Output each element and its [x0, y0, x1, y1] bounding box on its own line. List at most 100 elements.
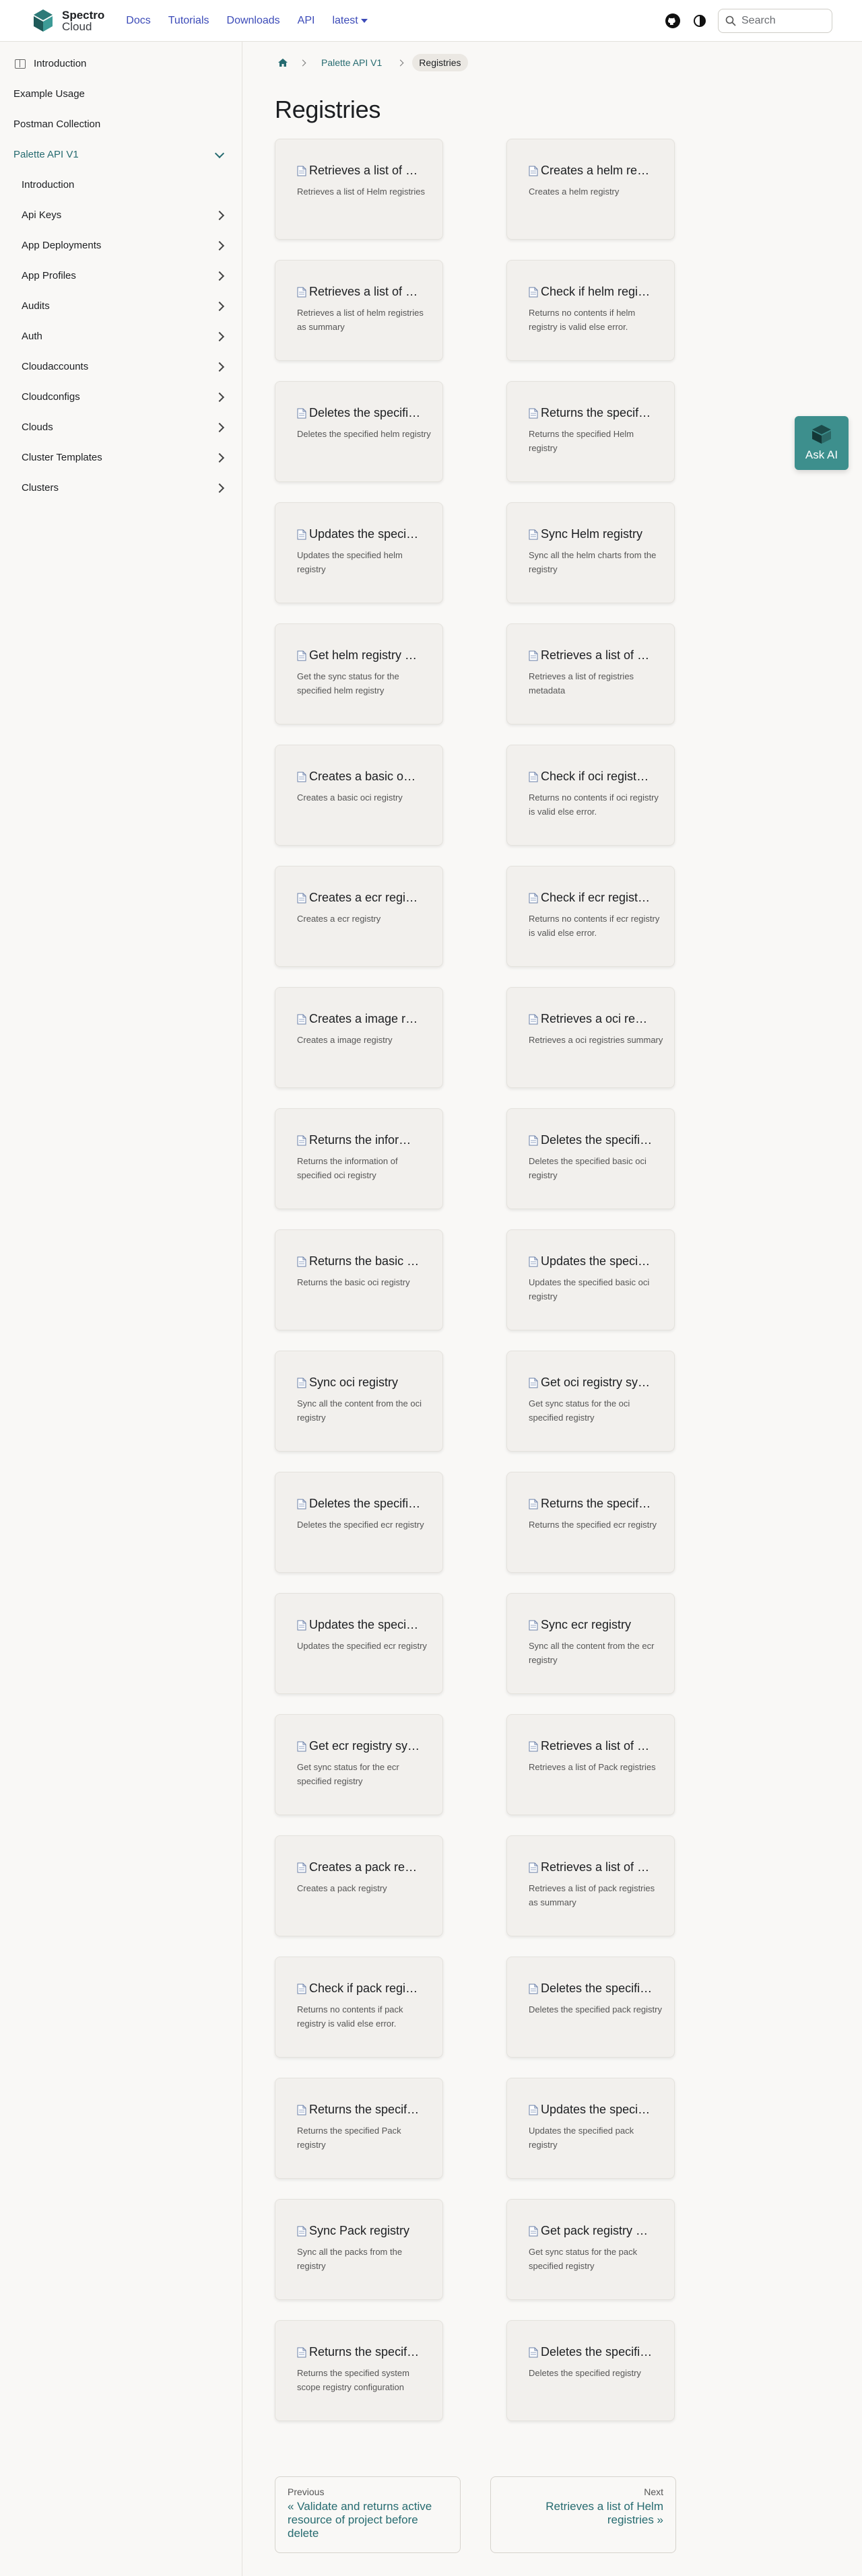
chevron-right-icon[interactable]: [214, 422, 225, 432]
sidebar-item-palette-api-v1[interactable]: Palette API V1: [0, 139, 242, 170]
card-title: Get ecr registry sync status: [297, 1739, 421, 1753]
card-description: Retrieves a list of Pack registries: [529, 1762, 656, 1772]
endpoint-card[interactable]: Check if pack registry is valid Returns n…: [275, 1957, 443, 2058]
chevron-right-icon[interactable]: [214, 392, 225, 402]
chevron-right-icon[interactable]: [214, 301, 225, 311]
endpoint-card[interactable]: Sync Helm registry Sync all the helm char…: [506, 502, 675, 603]
pager-next-link[interactable]: Retrieves a list of Helm registries »: [503, 2500, 663, 2527]
brand-logo-link[interactable]: Spectro Cloud: [30, 7, 104, 34]
endpoint-card[interactable]: Check if oci registry is valid Returns no…: [506, 745, 675, 846]
sidebar-item-example-usage[interactable]: Example Usage: [0, 79, 242, 109]
home-icon[interactable]: [275, 55, 291, 71]
endpoint-card[interactable]: Retrieves a oci registries summary Retrie…: [506, 987, 675, 1088]
endpoint-card[interactable]: Returns the specified Pack registry Retur…: [275, 2078, 443, 2179]
pager-next[interactable]: Next Retrieves a list of Helm registries…: [490, 2476, 676, 2553]
pager-previous[interactable]: Previous « Validate and returns active r…: [275, 2476, 461, 2553]
endpoint-card[interactable]: Updates the specified ecr registry Update…: [275, 1593, 443, 1694]
endpoint-card[interactable]: Returns the basic oci registry Returns th…: [275, 1229, 443, 1330]
sidebar-item-app-profiles[interactable]: App Profiles: [0, 261, 242, 291]
sidebar-item-cloudconfigs[interactable]: Cloudconfigs: [0, 382, 242, 412]
endpoint-card[interactable]: Creates a basic oci registry Creates a ba…: [275, 745, 443, 846]
endpoint-card[interactable]: Retrieves a list of helm registries as s…: [275, 260, 443, 361]
endpoint-card[interactable]: Returns the specified Helm registry Retur…: [506, 381, 675, 482]
sidebar-item-cluster-templates[interactable]: Cluster Templates: [0, 442, 242, 473]
breadcrumb-palette-api-v1[interactable]: Palette API V1: [314, 54, 389, 71]
chevron-down-icon[interactable]: [214, 148, 225, 158]
chevron-right-icon[interactable]: [214, 271, 225, 281]
endpoint-card[interactable]: Check if ecr registry is valid Returns no…: [506, 866, 675, 967]
theme-toggle-icon[interactable]: [691, 12, 708, 30]
chevron-right-icon[interactable]: [214, 331, 225, 341]
card-title: Get oci registry sync status: [529, 1376, 653, 1390]
endpoint-card[interactable]: Sync Pack registry Sync all the packs fro…: [275, 2199, 443, 2300]
card-title-text: Check if helm registry is valid: [541, 285, 653, 298]
nav-link-downloads[interactable]: Downloads: [227, 15, 280, 27]
endpoint-card[interactable]: Returns the specified ecr registry Return…: [506, 1472, 675, 1573]
endpoint-card[interactable]: Creates a helm registry Creates a helm re…: [506, 139, 675, 240]
chevron-right-icon[interactable]: [214, 240, 225, 250]
endpoint-card[interactable]: Retrieves a list of pack registries as s…: [506, 1835, 675, 1936]
chevron-right-icon[interactable]: [214, 452, 225, 463]
chevron-right-icon[interactable]: [214, 483, 225, 493]
endpoint-card[interactable]: Sync oci registry Sync all the content fr…: [275, 1351, 443, 1452]
endpoint-card[interactable]: Retrieves a list of Pack registries Retri…: [506, 1714, 675, 1815]
endpoint-card[interactable]: Check if helm registry is valid Returns n…: [506, 260, 675, 361]
endpoint-card[interactable]: Returns the information of specified oci…: [275, 1108, 443, 1209]
endpoint-card[interactable]: Creates a image registry Creates a image …: [275, 987, 443, 1088]
document-icon: [529, 1741, 538, 1752]
document-icon: [297, 1741, 306, 1752]
search-box[interactable]: [718, 8, 832, 33]
search-icon: [725, 15, 736, 26]
endpoint-card[interactable]: Creates a ecr registry Creates a ecr regi…: [275, 866, 443, 967]
card-description: Creates a basic oci registry: [297, 792, 403, 803]
sidebar-item-postman-collection[interactable]: Postman Collection: [0, 109, 242, 139]
endpoint-card[interactable]: Updates the specified basic oci registry…: [506, 1229, 675, 1330]
endpoint-card[interactable]: Creates a pack registry Creates a pack re…: [275, 1835, 443, 1936]
sidebar-menu: Introduction Example Usage Postman Colle…: [0, 48, 242, 493]
endpoint-card[interactable]: Deletes the specified registry Deletes th…: [506, 2320, 675, 2421]
nav-link-docs[interactable]: Docs: [126, 15, 150, 27]
sidebar-item-cloudaccounts[interactable]: Cloudaccounts: [0, 351, 242, 382]
nav-link-tutorials[interactable]: Tutorials: [168, 15, 209, 27]
sidebar-item-clouds[interactable]: Clouds: [0, 412, 242, 442]
card-title-text: Creates a helm registry: [541, 164, 653, 177]
chevron-right-icon[interactable]: [214, 362, 225, 372]
endpoint-card[interactable]: Get oci registry sync status Get sync sta…: [506, 1351, 675, 1452]
sidebar-item-auth[interactable]: Auth: [0, 321, 242, 351]
nav-link-api[interactable]: API: [298, 15, 315, 27]
chevron-right-icon[interactable]: [214, 210, 225, 220]
card-title: Returns the information of specified oci…: [297, 1133, 421, 1147]
endpoint-card[interactable]: Updates the specified helm registry Updat…: [275, 502, 443, 603]
ask-ai-button[interactable]: Ask AI: [795, 416, 849, 470]
endpoint-card[interactable]: Returns the specified system scope regis…: [275, 2320, 443, 2421]
pager-previous-link[interactable]: « Validate and returns active resource o…: [288, 2500, 448, 2540]
endpoint-card[interactable]: Deletes the specified basic oci registry…: [506, 1108, 675, 1209]
endpoint-card[interactable]: Retrieves a list of registries metadata R…: [506, 623, 675, 724]
endpoint-card[interactable]: Deletes the specified ecr registry Delete…: [275, 1472, 443, 1573]
endpoint-card[interactable]: Sync ecr registry Sync all the content fr…: [506, 1593, 675, 1694]
github-icon[interactable]: [664, 12, 682, 30]
endpoint-card[interactable]: Deletes the specified pack registry Delet…: [506, 1957, 675, 2058]
endpoint-card[interactable]: Deletes the specified helm registry Delet…: [275, 381, 443, 482]
sidebar-item-introduction[interactable]: Introduction: [0, 48, 242, 79]
version-dropdown[interactable]: latest: [332, 15, 368, 27]
search-input[interactable]: [741, 14, 822, 27]
breadcrumb-separator-icon: [397, 59, 404, 66]
card-title: Check if pack registry is valid: [297, 1981, 421, 1996]
document-icon: [529, 166, 538, 176]
sidebar-item-audits[interactable]: Audits: [0, 291, 242, 321]
card-title-text: Returns the specified system scope regis…: [309, 2345, 421, 2359]
endpoint-card[interactable]: Get ecr registry sync status Get sync sta…: [275, 1714, 443, 1815]
document-icon: [529, 1620, 538, 1631]
endpoint-card[interactable]: Updates the specified pack registry Updat…: [506, 2078, 675, 2179]
card-description: Returns no contents if helm registry is …: [529, 308, 636, 332]
endpoint-card[interactable]: Get pack registry sync status Get sync st…: [506, 2199, 675, 2300]
sidebar-item-app-deployments[interactable]: App Deployments: [0, 230, 242, 261]
sidebar-item-api-introduction[interactable]: Introduction: [0, 170, 242, 200]
sidebar-item-clusters[interactable]: Clusters: [0, 473, 242, 493]
document-icon: [529, 408, 538, 419]
endpoint-card[interactable]: Get helm registry sync status Get the syn…: [275, 623, 443, 724]
document-icon: [529, 1135, 538, 1146]
endpoint-card[interactable]: Retrieves a list of Helm registries Retri…: [275, 139, 443, 240]
sidebar-item-api-keys[interactable]: Api Keys: [0, 200, 242, 230]
